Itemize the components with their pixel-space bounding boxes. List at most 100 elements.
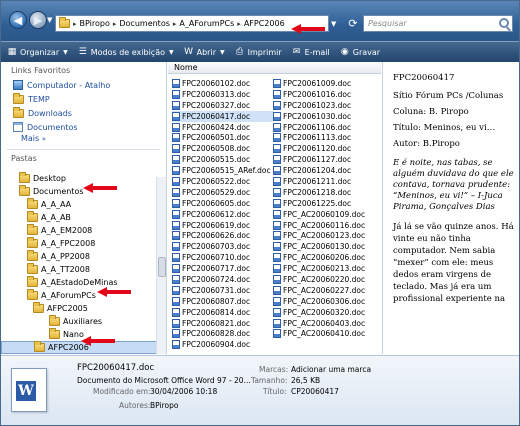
file-item[interactable]: FPC20061113.doc bbox=[273, 132, 377, 143]
file-item[interactable]: FPC20060501.doc bbox=[172, 132, 274, 143]
refresh-icon[interactable]: ⟳ bbox=[345, 15, 361, 32]
more-link[interactable]: Mais » bbox=[1, 134, 166, 146]
address-field[interactable]: ▸ BPiropo ▸ Documentos ▸ A_AForumPCs ▸ A… bbox=[55, 15, 329, 32]
file-item[interactable]: FPC_AC20060130.doc bbox=[273, 241, 377, 252]
tree-item[interactable]: Auxiliares bbox=[1, 315, 157, 328]
history-dropdown-icon[interactable]: ▼ bbox=[47, 16, 52, 24]
open-button[interactable]: W Abrir ▼ bbox=[184, 47, 224, 57]
file-item[interactable]: FPC20061120.doc bbox=[273, 143, 377, 154]
forward-button[interactable]: ▶ bbox=[29, 11, 47, 29]
details-authors-value[interactable]: BPiropo bbox=[150, 401, 178, 410]
file-item[interactable]: FPC_AC20060206.doc bbox=[273, 252, 377, 263]
breadcrumb-afpc2006[interactable]: AFPC2006 bbox=[244, 19, 285, 28]
file-item[interactable]: FPC20061016.doc bbox=[273, 89, 377, 100]
file-item[interactable]: FPC20060515_ARef.doc bbox=[172, 165, 274, 176]
file-item[interactable]: FPC20060807.doc bbox=[172, 296, 274, 307]
favorite-label: Computador - Atalho bbox=[27, 80, 111, 90]
tree-item[interactable]: A_A_EM2008 bbox=[1, 224, 157, 237]
tree-item[interactable]: Desktop bbox=[1, 172, 157, 185]
tree-item[interactable]: Nano bbox=[1, 328, 157, 341]
file-item[interactable]: FPC_AC20060320.doc bbox=[273, 307, 377, 318]
folders-header[interactable]: Pastas bbox=[1, 150, 166, 166]
file-item[interactable]: FPC20060417.doc bbox=[172, 110, 274, 122]
file-item[interactable]: FPC20061211.doc bbox=[273, 176, 377, 187]
file-item[interactable]: FPC20060327.doc bbox=[172, 100, 274, 111]
file-item[interactable]: FPC20061127.doc bbox=[273, 154, 377, 165]
tree-item[interactable]: AFPC2005 bbox=[1, 302, 157, 315]
breadcrumb-aforumpcs[interactable]: A_AForumPCs bbox=[179, 19, 234, 28]
file-item[interactable]: FPC20061030.doc bbox=[273, 111, 377, 122]
file-item[interactable]: FPC20060904.doc bbox=[172, 339, 274, 350]
file-item[interactable]: FPC20061218.doc bbox=[273, 187, 377, 198]
file-item[interactable]: FPC20061225.doc bbox=[273, 198, 377, 209]
tree-item[interactable]: A_AEstadoDeMinas bbox=[1, 276, 157, 289]
views-button[interactable]: ☰ Modos de exibição ▼ bbox=[78, 47, 174, 57]
print-button[interactable]: ⎙ Imprimir bbox=[235, 47, 282, 57]
file-item[interactable]: FPC20060731.doc bbox=[172, 285, 274, 296]
tree-item[interactable]: A_A_PP2008 bbox=[1, 250, 157, 263]
file-item[interactable]: FPC_AC20060403.doc bbox=[273, 318, 377, 329]
file-item[interactable]: FPC20060522.doc bbox=[172, 176, 274, 187]
file-item[interactable]: FPC20060717.doc bbox=[172, 263, 274, 274]
favorite-documentos[interactable]: Documentos bbox=[1, 120, 166, 134]
back-button[interactable]: ◀ bbox=[9, 11, 27, 29]
file-item[interactable]: FPC20060612.doc bbox=[172, 209, 274, 220]
file-item[interactable]: FPC_AC20060109.doc bbox=[273, 209, 377, 220]
file-item[interactable]: FPC20060703.doc bbox=[172, 241, 274, 252]
file-item[interactable]: FPC20061023.doc bbox=[273, 100, 377, 111]
address-dropdown-icon[interactable]: ▼ bbox=[331, 15, 341, 32]
chevron-right-icon[interactable]: ▸ bbox=[173, 20, 177, 28]
file-item[interactable]: FPC20060605.doc bbox=[172, 198, 274, 209]
search-icon[interactable] bbox=[499, 18, 509, 28]
nav-scrollbar[interactable] bbox=[156, 177, 166, 354]
details-title-value[interactable]: CP20060417 bbox=[291, 387, 339, 396]
file-item[interactable]: FPC20060508.doc bbox=[172, 143, 274, 154]
tree-item[interactable]: A_AForumPCs bbox=[1, 289, 157, 302]
tree-item[interactable]: A_A_AB bbox=[1, 211, 157, 224]
burn-button[interactable]: ◉ Gravar bbox=[340, 47, 380, 57]
tree-item[interactable]: AFPC2006 bbox=[1, 341, 157, 354]
file-item[interactable]: FPC_AC20060306.doc bbox=[273, 296, 377, 307]
file-item[interactable]: FPC_AC20060116.doc bbox=[273, 220, 377, 231]
breadcrumb-bpiropo[interactable]: BPiropo bbox=[80, 19, 110, 28]
file-name: FPC_AC20060320.doc bbox=[283, 307, 366, 317]
file-item[interactable]: FPC20060821.doc bbox=[172, 318, 274, 329]
tree-item[interactable]: A_A_TT2008 bbox=[1, 263, 157, 276]
file-item[interactable]: FPC20061106.doc bbox=[273, 122, 377, 133]
file-item[interactable]: FPC20060828.doc bbox=[172, 328, 274, 339]
file-item[interactable]: FPC20060424.doc bbox=[172, 122, 274, 133]
favorite-computer-shortcut[interactable]: Computador - Atalho bbox=[1, 78, 166, 92]
file-item[interactable]: FPC20060102.doc bbox=[172, 78, 274, 89]
email-button[interactable]: ✉ E-mail bbox=[292, 47, 330, 57]
file-item[interactable]: FPC20060313.doc bbox=[172, 89, 274, 100]
file-item[interactable]: FPC20060626.doc bbox=[172, 230, 274, 241]
file-item[interactable]: FPC20060724.doc bbox=[172, 274, 274, 285]
file-item[interactable]: FPC20060814.doc bbox=[172, 307, 274, 318]
file-item[interactable]: FPC_AC20060410.doc bbox=[273, 328, 377, 339]
search-input[interactable]: Pesquisar bbox=[363, 15, 513, 32]
tree-item[interactable]: Documentos bbox=[1, 185, 157, 198]
favorite-temp[interactable]: TEMP bbox=[1, 92, 166, 106]
chevron-right-icon[interactable]: ▸ bbox=[73, 20, 77, 28]
open-label: Abrir bbox=[196, 47, 216, 57]
tree-item[interactable]: A_A_AA bbox=[1, 198, 157, 211]
breadcrumb-documentos[interactable]: Documentos bbox=[119, 19, 170, 28]
file-item[interactable]: FPC20061009.doc bbox=[273, 78, 377, 89]
details-tags-value[interactable]: Adicionar uma marca bbox=[291, 365, 371, 374]
chevron-right-icon[interactable]: ▸ bbox=[113, 20, 117, 28]
file-item[interactable]: FPC_AC20060227.doc bbox=[273, 285, 377, 296]
file-item[interactable]: FPC20060529.doc bbox=[172, 187, 274, 198]
tree-item[interactable]: A_A_FPC2008 bbox=[1, 237, 157, 250]
file-item[interactable]: FPC20061204.doc bbox=[273, 165, 377, 176]
file-item[interactable]: FPC_AC20060220.doc bbox=[273, 274, 377, 285]
column-header-name[interactable]: Nome bbox=[168, 62, 381, 74]
favorite-downloads[interactable]: Downloads bbox=[1, 106, 166, 120]
file-item[interactable]: FPC20060710.doc bbox=[172, 252, 274, 263]
file-item[interactable]: FPC20060515.doc bbox=[172, 154, 274, 165]
scrollbar-thumb[interactable] bbox=[158, 257, 166, 277]
file-item[interactable]: FPC_AC20060213.doc bbox=[273, 263, 377, 274]
file-item[interactable]: FPC20060619.doc bbox=[172, 220, 274, 231]
organize-button[interactable]: ▦ Organizar ▼ bbox=[7, 47, 68, 57]
chevron-right-icon[interactable]: ▸ bbox=[237, 20, 241, 28]
file-item[interactable]: FPC_AC20060123.doc bbox=[273, 230, 377, 241]
